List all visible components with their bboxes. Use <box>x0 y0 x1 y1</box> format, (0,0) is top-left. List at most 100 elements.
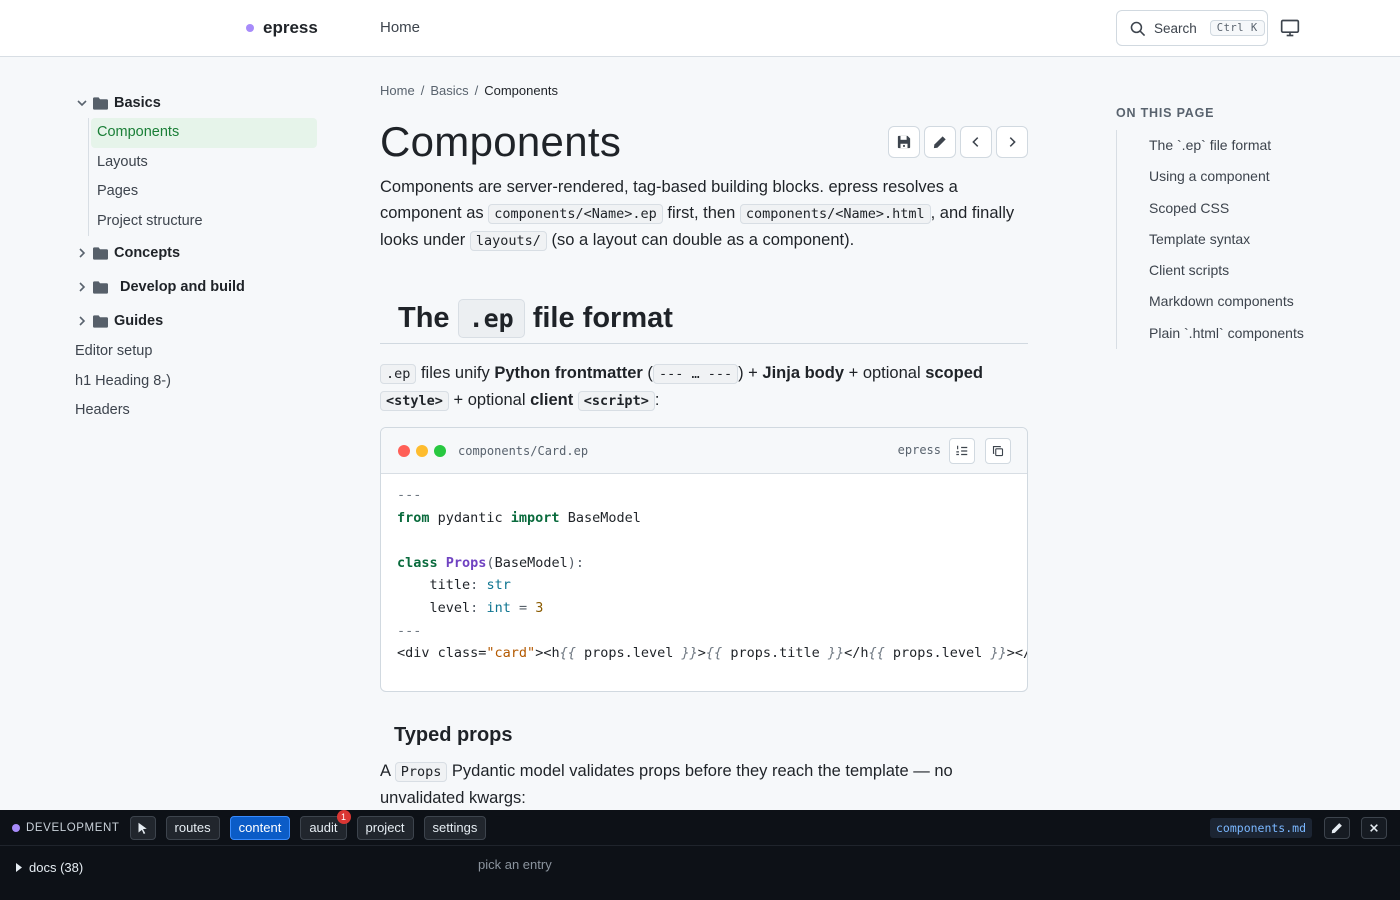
code-content: --- from pydantic import BaseModel class… <box>397 487 1027 662</box>
para-text: A <box>380 762 395 780</box>
save-button[interactable] <box>888 126 920 158</box>
page-title: Components <box>380 118 622 165</box>
nav-home-link[interactable]: Home <box>380 19 420 36</box>
breadcrumb-separator: / <box>420 83 425 98</box>
folder-icon <box>93 246 108 260</box>
tab-project[interactable]: project <box>356 815 414 840</box>
inline-code: <style> <box>380 391 449 411</box>
monitor-icon[interactable] <box>1280 18 1300 38</box>
docs-tree-root[interactable]: docs (38) <box>15 860 83 875</box>
para-text: + optional <box>448 391 531 409</box>
toc-item[interactable]: Client scripts <box>1149 255 1304 286</box>
heading-code: .ep <box>457 299 525 338</box>
sidebar-item-editor-setup[interactable]: Editor setup <box>72 337 322 367</box>
dev-toolbar-top: DEVELOPMENT routes content audit 1 projec… <box>0 809 1400 846</box>
toc-title: ON THIS PAGE <box>1116 106 1215 120</box>
copy-icon <box>992 445 1004 457</box>
search-button[interactable]: Search Ctrl K <box>1116 10 1268 46</box>
inspect-button[interactable] <box>129 815 156 840</box>
previous-page-button[interactable] <box>960 126 992 158</box>
close-icon <box>1370 824 1378 832</box>
chevron-right-icon <box>1009 137 1016 147</box>
tab-routes[interactable]: routes <box>165 815 220 840</box>
dev-toolbar: DEVELOPMENT routes content audit 1 projec… <box>0 809 1400 900</box>
sidebar-item-pages[interactable]: Pages <box>91 177 322 207</box>
dev-tabs: routes content audit 1 project settings <box>129 809 487 840</box>
toc-item[interactable]: Scoped CSS <box>1149 193 1304 224</box>
sidebar-item-project-structure[interactable]: Project structure <box>91 207 322 237</box>
breadcrumb-home[interactable]: Home <box>380 83 415 98</box>
line-numbers-icon <box>956 445 968 456</box>
pencil-icon <box>933 136 946 149</box>
para-text: ( <box>642 364 653 382</box>
typed-props-paragraph: A Props Pydantic model validates props b… <box>380 758 1000 811</box>
docs-tree-label: docs (38) <box>29 860 84 875</box>
empty-state-text: pick an entry <box>478 857 552 872</box>
edit-button[interactable] <box>924 126 956 158</box>
copy-button[interactable] <box>985 438 1011 464</box>
code-language: epress <box>897 443 941 457</box>
line-numbers-button[interactable] <box>949 438 975 464</box>
code-block: components/Card.ep epress --- from pydan… <box>380 427 1028 692</box>
brand-logo[interactable]: epress <box>246 18 318 38</box>
tab-settings[interactable]: settings <box>423 815 487 840</box>
yellow-dot-icon <box>416 444 428 457</box>
sidebar-item-headers[interactable]: Headers <box>72 396 322 426</box>
folder-icon <box>93 314 108 328</box>
sidebar-folder-concepts[interactable]: Concepts <box>72 238 322 268</box>
caret-right-icon <box>16 863 22 872</box>
sidebar-folder-label: Concepts <box>114 245 181 261</box>
window-dots <box>398 444 446 457</box>
save-icon <box>897 135 911 149</box>
current-file-chip[interactable]: components.md <box>1210 818 1313 838</box>
env-dot-icon <box>12 823 20 832</box>
chevron-right-icon <box>79 316 86 326</box>
sidebar-folder-label: Basics <box>114 95 161 111</box>
para-bold: client <box>530 391 574 409</box>
brand-name: epress <box>263 18 318 37</box>
sidebar-folder-guides[interactable]: Guides <box>72 306 322 336</box>
toc-item[interactable]: Markdown components <box>1149 286 1304 317</box>
sidebar-item-h1-heading[interactable]: h1 Heading 8-) <box>72 367 322 397</box>
next-page-button[interactable] <box>996 126 1028 158</box>
toc-item[interactable]: Using a component <box>1149 161 1304 192</box>
inline-code: --- … --- <box>652 364 739 384</box>
sidebar-folder-develop-and-build[interactable]: Develop and build <box>72 272 322 302</box>
sidebar-item-components[interactable]: Components <box>91 118 317 148</box>
sidebar-item-layouts[interactable]: Layouts <box>91 148 322 178</box>
env-label: DEVELOPMENT <box>26 821 120 834</box>
intro-paragraph: Components are server-rendered, tag-base… <box>380 174 1040 254</box>
sidebar: Basics Components Layouts Pages Project … <box>72 88 322 426</box>
ep-format-paragraph: .ep files unify Python frontmatter (--- … <box>380 360 1030 414</box>
cursor-icon <box>138 822 147 834</box>
para-text: : <box>654 391 660 409</box>
green-dot-icon <box>434 444 446 457</box>
para-text: + optional <box>844 364 926 382</box>
top-header: epress Home Search Ctrl K <box>0 0 1400 57</box>
chevron-right-icon <box>79 282 86 292</box>
para-text: Pydantic model validates props before th… <box>380 762 953 807</box>
sidebar-folder-label: Develop and build <box>120 279 245 295</box>
toc-item[interactable]: Template syntax <box>1149 224 1304 255</box>
para-bold: Jinja body <box>762 364 845 382</box>
env-indicator: DEVELOPMENT <box>12 822 120 834</box>
sidebar-folder-basics[interactable]: Basics <box>72 88 322 118</box>
breadcrumb-basics[interactable]: Basics <box>430 83 468 98</box>
inline-code: layouts/ <box>469 231 547 251</box>
chevron-left-icon <box>972 137 979 147</box>
brand-dot-icon <box>246 24 254 32</box>
inline-code: .ep <box>380 364 417 384</box>
para-bold: scoped <box>925 364 983 382</box>
inline-code: components/<Name>.ep <box>488 204 663 224</box>
dev-edit-button[interactable] <box>1324 817 1350 839</box>
red-dot-icon <box>398 444 410 457</box>
toc-item[interactable]: The `.ep` file format <box>1149 130 1304 161</box>
sidebar-folder-label: Guides <box>114 313 164 329</box>
folder-icon <box>93 96 108 110</box>
section-heading-typed-props: Typed props <box>394 724 513 746</box>
tab-content[interactable]: content <box>229 815 291 840</box>
toc-item[interactable]: Plain `.html` components <box>1149 318 1304 349</box>
dev-close-button[interactable] <box>1361 817 1387 839</box>
page-actions <box>888 126 1028 158</box>
tab-audit[interactable]: audit 1 <box>300 809 351 840</box>
